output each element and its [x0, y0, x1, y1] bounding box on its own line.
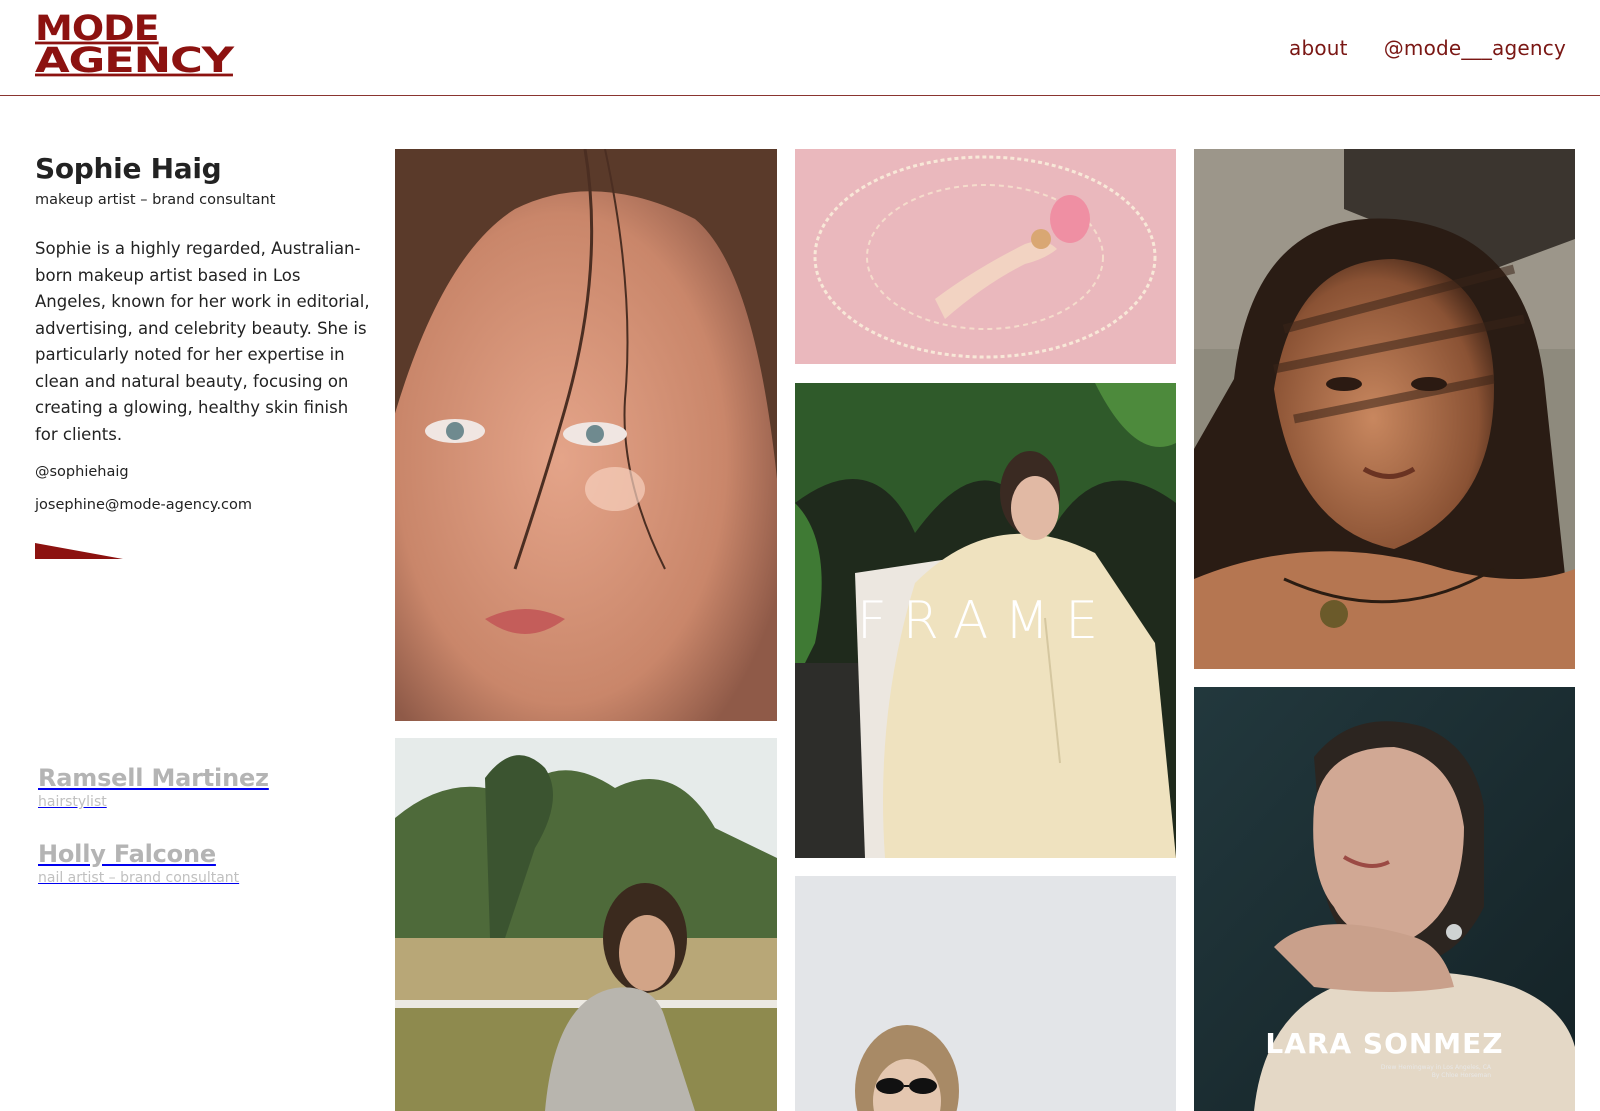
artist-email-link[interactable]: josephine@mode-agency.com: [35, 497, 252, 513]
other-artist-name: Ramsell Martinez: [38, 764, 269, 792]
frame-overlay-text: FRAME: [856, 591, 1115, 651]
photo-sequin-outdoor: [395, 738, 777, 1111]
nav-instagram-link[interactable]: @mode___agency: [1384, 36, 1566, 60]
portfolio-image-pink-circle[interactable]: [795, 149, 1176, 364]
artist-role: makeup artist – brand consultant: [35, 192, 276, 208]
other-artist-name: Holly Falcone: [38, 840, 216, 868]
photo-shadow-portrait: [1194, 149, 1575, 669]
portfolio-image-sequin-outdoor[interactable]: [395, 738, 777, 1111]
portfolio-image-sunglasses[interactable]: [795, 876, 1176, 1111]
cover-title: LARA SONMEZ: [1265, 1027, 1504, 1060]
site-header: MODE AGENCY about @mode___agency: [0, 0, 1600, 96]
photo-sunglasses: [795, 876, 1176, 1111]
main-nav: about @mode___agency: [1289, 36, 1566, 60]
mode-agency-logo[interactable]: MODE AGENCY: [35, 7, 283, 78]
portfolio-image-magazine-cover[interactable]: LARA SONMEZ Drew Hemingway in Los Angele…: [1194, 687, 1575, 1111]
artist-name: Sophie Haig: [35, 152, 222, 185]
other-artist-role: hairstylist: [38, 794, 107, 810]
cover-credit-1: Drew Hemingway in Los Angeles, CA: [1380, 1064, 1491, 1071]
other-artist-role: nail artist – brand consultant: [38, 870, 240, 886]
cover-credit-2: By Chloe Horseman: [1431, 1072, 1491, 1079]
other-artist-holly[interactable]: Holly Falcone nail artist – brand consul…: [38, 840, 239, 886]
next-arrow-icon[interactable]: [35, 543, 123, 559]
other-artist-ramsell[interactable]: Ramsell Martinez hairstylist: [38, 764, 269, 810]
portfolio-image-shadow-portrait[interactable]: [1194, 149, 1575, 669]
photo-beauty-closeup: [395, 149, 777, 721]
photo-pink-circle: [795, 149, 1176, 364]
artist-bio: Sophie is a highly regarded, Australian-…: [35, 239, 370, 444]
portfolio-image-beauty-closeup[interactable]: [395, 149, 777, 721]
nav-about-link[interactable]: about: [1289, 36, 1348, 60]
artist-instagram-link[interactable]: @sophiehaig: [35, 464, 129, 480]
logo-line-2: AGENCY: [35, 39, 234, 81]
logo-line-1: MODE: [35, 7, 160, 49]
portfolio-image-frame-campaign[interactable]: FRAME: [795, 383, 1176, 858]
